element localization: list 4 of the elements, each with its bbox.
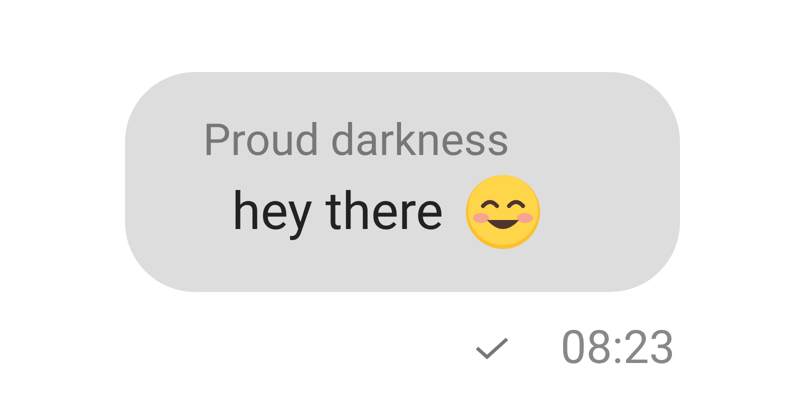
smiling-face-icon <box>465 174 542 250</box>
message-text: hey there <box>232 180 444 244</box>
sender-name: Proud darkness <box>203 113 510 168</box>
message-time: 08:23 <box>560 320 675 376</box>
